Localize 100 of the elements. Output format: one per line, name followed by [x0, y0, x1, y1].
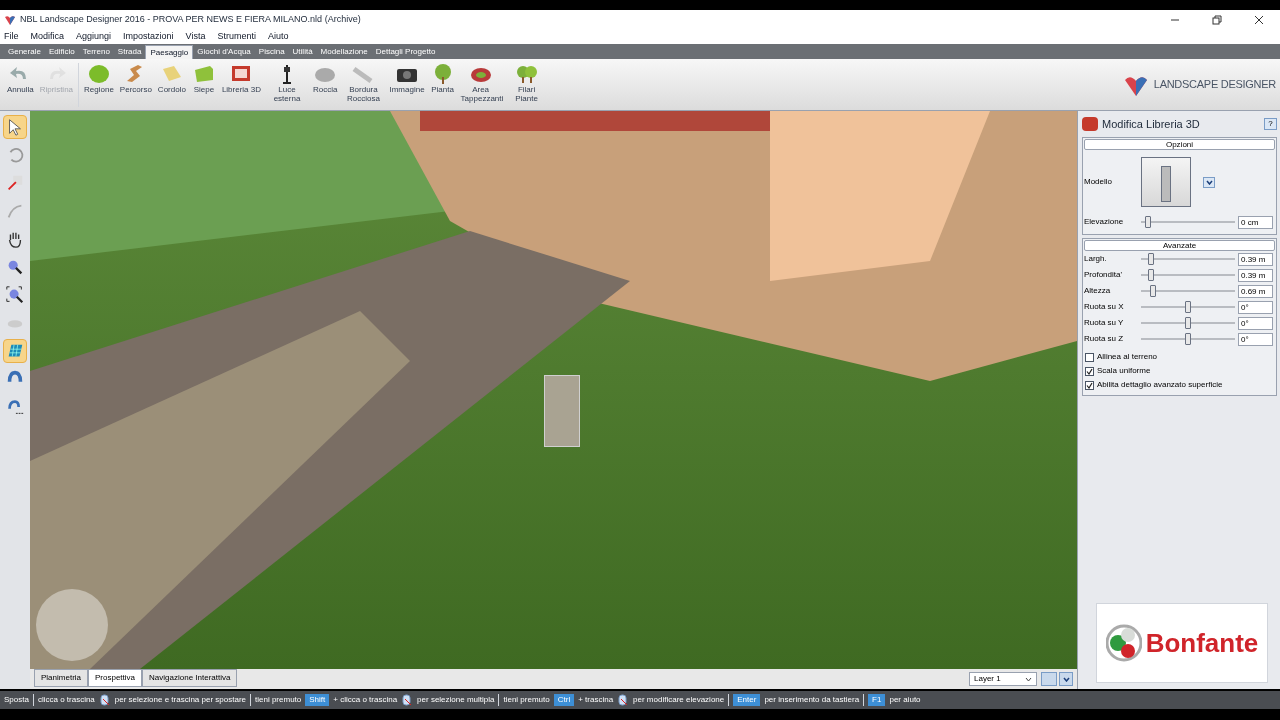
ribbon-tab[interactable]: Dettagli Progetto: [371, 45, 440, 59]
slider-thumb[interactable]: [1145, 216, 1152, 228]
value-field[interactable]: 0°: [1238, 332, 1273, 346]
menu-item[interactable]: Vista: [185, 30, 206, 44]
toolbar-button[interactable]: Cordolo: [154, 63, 189, 94]
slider-thumb[interactable]: [1185, 301, 1192, 313]
status-text: + clicca o trascina: [333, 694, 398, 706]
value-field[interactable]: 0°: [1238, 300, 1273, 314]
tree-row-icon: [514, 63, 539, 85]
value-field[interactable]: 0 cm: [1238, 215, 1273, 229]
status-text: per selezione multipla: [417, 694, 495, 706]
value-field[interactable]: 0.39 m: [1238, 268, 1273, 282]
close-icon[interactable]: [1254, 15, 1264, 25]
toolbar-button[interactable]: Immagine: [386, 63, 428, 94]
measure-icon: [5, 173, 25, 193]
value-field[interactable]: 0.39 m: [1238, 252, 1273, 266]
restore-icon[interactable]: [1212, 15, 1222, 25]
section-header[interactable]: Avanzate: [1084, 240, 1275, 251]
brand-name: LANDSCAPE DESIGNER: [1153, 77, 1276, 93]
view-tab[interactable]: Planimetria: [34, 669, 88, 687]
field-label: Altezza: [1083, 285, 1112, 297]
mouse-icon: [401, 694, 414, 706]
disc-icon: [86, 63, 111, 85]
slider-thumb[interactable]: [1148, 269, 1155, 281]
toolbar-button[interactable]: Annulla: [4, 63, 37, 94]
menu-item[interactable]: File: [4, 30, 19, 44]
checkbox-label: Scala uniforme: [1097, 365, 1151, 377]
model-thumbnail[interactable]: [1141, 157, 1191, 207]
ribbon-tab[interactable]: Modellazione: [316, 45, 372, 59]
tool-button[interactable]: [3, 115, 27, 139]
status-text: per aiuto: [889, 694, 921, 706]
toolbar-button[interactable]: Pianta: [427, 63, 458, 94]
view-tab[interactable]: Prospettiva: [88, 669, 143, 687]
field-label: Ruota su X: [1083, 301, 1125, 313]
mouse-icon: [98, 694, 111, 706]
library-3d-icon: [1082, 117, 1098, 131]
ribbon-tab[interactable]: Paesaggio: [145, 45, 194, 59]
toolbar-button[interactable]: Siepe: [188, 63, 219, 94]
slider-track[interactable]: [1141, 216, 1235, 228]
slider-thumb[interactable]: [1185, 333, 1192, 345]
slider-track[interactable]: [1141, 269, 1235, 281]
ribbon-tab[interactable]: Giochi d'Acqua: [193, 45, 255, 59]
menu-item[interactable]: Aggiungi: [76, 30, 112, 44]
field-label: Ruota su Z: [1083, 333, 1125, 345]
checkbox[interactable]: [1085, 380, 1094, 390]
status-text: tieni premuto: [255, 694, 302, 706]
dropdown-caret-icon: [1025, 676, 1032, 682]
slider-track[interactable]: [1141, 301, 1235, 313]
menu-item[interactable]: Aiuto: [267, 30, 289, 44]
panel-title: Modifica Libreria 3D: [1102, 116, 1200, 132]
field-label: Largh.: [1083, 253, 1108, 265]
status-text: Sposta: [4, 694, 29, 706]
layer-select[interactable]: Layer 1: [969, 672, 1037, 686]
toolbar-button[interactable]: Percorso: [116, 63, 155, 94]
toolbar-button[interactable]: Roccia: [310, 63, 341, 94]
toolbar-button[interactable]: Filari Piante: [503, 63, 550, 103]
toolbar-button[interactable]: Bordura Rocciosa: [340, 63, 387, 103]
key-label: F1: [868, 694, 886, 706]
slider-thumb[interactable]: [1185, 317, 1192, 329]
ribbon-tab[interactable]: Utilità: [288, 45, 317, 59]
toolbar-button[interactable]: Regione: [81, 63, 117, 94]
layers-menu-button[interactable]: [1059, 672, 1073, 686]
slider-track[interactable]: [1141, 253, 1235, 265]
key-label: Ctrl: [553, 694, 575, 706]
menu-item[interactable]: Strumenti: [217, 30, 256, 44]
ribbon-tab[interactable]: Generale: [4, 45, 45, 59]
window-title: NBL Landscape Designer 2016 - PROVA PER NEWS E FIERA MILANO.nld (Archive): [20, 13, 361, 27]
app-logo-icon: [4, 14, 16, 26]
view-tab[interactable]: Navigazione Interattiva: [142, 669, 238, 687]
toolbar-button[interactable]: Libreria 3D: [218, 63, 264, 94]
checkbox[interactable]: [1085, 352, 1094, 362]
field-label: Elevazione: [1083, 216, 1125, 228]
section-header[interactable]: Opzioni: [1084, 139, 1275, 150]
sponsor-name: Bonfante: [1145, 626, 1259, 660]
field-label: Modello: [1083, 176, 1113, 188]
menu-item[interactable]: Impostazioni: [123, 30, 174, 44]
help-button[interactable]: ?: [1264, 118, 1277, 130]
caret-icon: [1205, 179, 1213, 185]
toolbar-button[interactable]: Luce esterna: [264, 63, 310, 103]
ribbon-tab[interactable]: Edificio: [44, 45, 79, 59]
value-field[interactable]: 0°: [1238, 316, 1273, 330]
status-text: per selezione e trascina per spostare: [114, 694, 246, 706]
model-dropdown-button[interactable]: [1203, 176, 1215, 188]
ribbon-tab[interactable]: Terreno: [78, 45, 114, 59]
slider-thumb[interactable]: [1148, 253, 1155, 265]
field-label: Profondita': [1083, 269, 1123, 281]
ribbon-tab[interactable]: Piscina: [254, 45, 289, 59]
value-field[interactable]: 0.69 m: [1238, 284, 1273, 298]
toolbar-button[interactable]: Area Tappezzanti: [457, 63, 504, 103]
key-label: Enter: [733, 694, 761, 706]
checkbox[interactable]: [1085, 366, 1094, 376]
ribbon-tab[interactable]: Strada: [113, 45, 146, 59]
status-text: tieni premuto: [503, 694, 550, 706]
checkbox-label: Abilita dettaglio avanzato superficie: [1097, 379, 1223, 391]
slider-thumb[interactable]: [1149, 285, 1156, 297]
slider-track[interactable]: [1141, 285, 1235, 297]
slider-track[interactable]: [1141, 333, 1235, 345]
menu-item[interactable]: Modifica: [30, 30, 65, 44]
slider-track[interactable]: [1141, 317, 1235, 329]
zoom-extents-icon: [5, 285, 25, 305]
